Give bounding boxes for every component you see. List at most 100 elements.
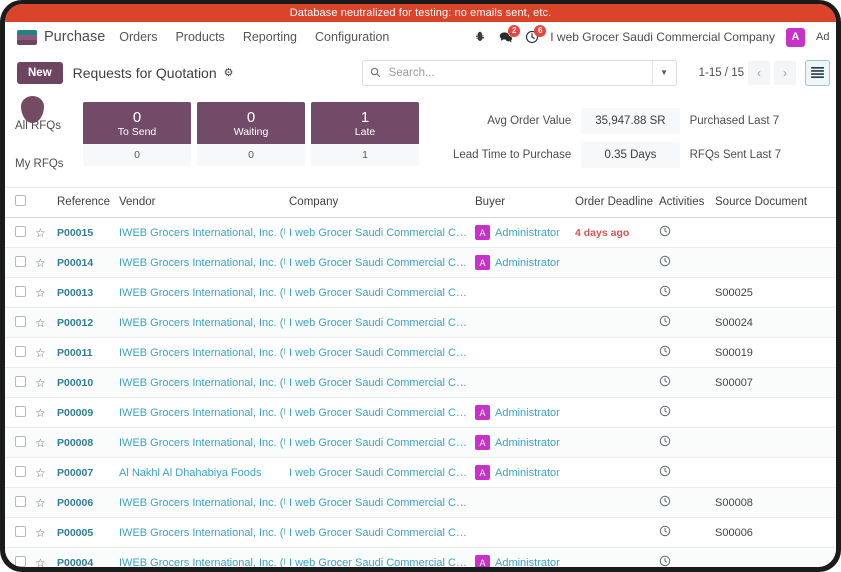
kpi-late-all[interactable]: 1 Late	[311, 102, 419, 144]
buyer-name[interactable]: Administrator	[495, 257, 560, 269]
cell-source-document[interactable]: S00019	[711, 337, 836, 368]
cell-vendor[interactable]: IWEB Grocers International, Inc. (USA)	[115, 367, 285, 398]
cell-vendor[interactable]: IWEB Grocers International, Inc. (USA)	[115, 547, 285, 567]
cell-source-document[interactable]: S00007	[711, 367, 836, 398]
cell-vendor[interactable]: IWEB Grocers International, Inc. (USA)	[115, 217, 285, 248]
cell-reference[interactable]: P00015	[53, 217, 115, 248]
reference-link[interactable]: P00010	[57, 377, 93, 389]
cell-company[interactable]: I web Grocer Saudi Commercial Comp...	[285, 217, 471, 248]
column-header-company[interactable]: Company	[285, 188, 471, 218]
user-avatar[interactable]: A	[786, 27, 805, 47]
messages-icon[interactable]: 2	[498, 24, 521, 45]
cell-reference[interactable]: P00004	[53, 547, 115, 568]
reference-link[interactable]: P00009	[57, 407, 93, 419]
cell-source-document[interactable]	[711, 217, 836, 248]
company-link[interactable]: I web Grocer Saudi Commercial Comp...	[289, 287, 467, 299]
company-selector[interactable]: I web Grocer Saudi Commercial Company	[550, 30, 775, 44]
activity-clock-icon[interactable]	[659, 405, 671, 420]
column-header-buyer[interactable]: Buyer	[471, 188, 571, 218]
star-icon[interactable]: ☆	[35, 256, 46, 270]
vendor-link[interactable]: IWEB Grocers International, Inc. (USA)	[119, 317, 285, 329]
cell-reference[interactable]: P00014	[53, 247, 115, 278]
kpi-waiting-all[interactable]: 0 Waiting	[197, 102, 305, 144]
row-checkbox[interactable]	[15, 555, 26, 567]
table-row[interactable]: ☆ P00008 IWEB Grocers International, Inc. …	[5, 427, 836, 458]
buyer-name[interactable]: Administrator	[495, 227, 560, 239]
row-checkbox[interactable]	[15, 225, 26, 237]
metric-value-avg-order-value[interactable]: 35,947.88 SR	[581, 108, 680, 134]
bug-icon[interactable]	[472, 30, 487, 45]
vendor-link[interactable]: IWEB Grocers International, Inc. (USA)	[119, 287, 285, 299]
company-link[interactable]: I web Grocer Saudi Commercial Comp...	[289, 377, 467, 389]
cell-buyer[interactable]: A Administrator	[471, 397, 571, 428]
cell-buyer[interactable]	[471, 307, 571, 338]
cell-vendor[interactable]: IWEB Grocers International, Inc. (USA)	[115, 277, 285, 308]
column-header-order-deadline[interactable]: Order Deadline	[571, 188, 655, 218]
vendor-link[interactable]: IWEB Grocers International, Inc. (USA)	[119, 257, 285, 269]
company-link[interactable]: I web Grocer Saudi Commercial Comp...	[289, 527, 467, 539]
cell-reference[interactable]: P00007	[53, 457, 115, 488]
activity-clock-icon[interactable]	[659, 525, 671, 540]
cell-vendor[interactable]: IWEB Grocers International, Inc. (USA)	[115, 337, 285, 368]
column-header-activities[interactable]: Activities	[655, 188, 711, 218]
reference-link[interactable]: P00012	[57, 317, 93, 329]
cell-buyer[interactable]	[471, 367, 571, 398]
cell-reference[interactable]: P00005	[53, 517, 115, 548]
user-menu-label[interactable]: Administrator	[816, 31, 830, 43]
row-checkbox[interactable]	[15, 285, 26, 297]
table-row[interactable]: ☆ P00014 IWEB Grocers International, Inc. …	[5, 247, 836, 278]
vendor-link[interactable]: IWEB Grocers International, Inc. (USA)	[119, 407, 285, 419]
star-icon[interactable]: ☆	[35, 526, 46, 540]
company-link[interactable]: I web Grocer Saudi Commercial Comp...	[289, 227, 467, 239]
activity-clock-icon[interactable]	[659, 555, 671, 567]
kpi-waiting-mine[interactable]: 0	[197, 144, 305, 166]
cell-source-document[interactable]: S00025	[711, 277, 836, 308]
vendor-link[interactable]: IWEB Grocers International, Inc. (USA)	[119, 377, 285, 389]
cell-source-document[interactable]	[711, 397, 836, 428]
buyer-name[interactable]: Administrator	[495, 437, 560, 449]
cell-reference[interactable]: P00006	[53, 487, 115, 518]
cell-buyer[interactable]: A Administrator	[471, 247, 571, 278]
row-checkbox[interactable]	[15, 345, 26, 357]
cell-vendor[interactable]: IWEB Grocers International, Inc. (USA)	[115, 517, 285, 548]
list-view-button[interactable]	[805, 59, 830, 86]
star-icon[interactable]: ☆	[35, 346, 46, 360]
cell-vendor[interactable]: IWEB Grocers International, Inc. (USA)	[115, 487, 285, 518]
company-link[interactable]: I web Grocer Saudi Commercial Comp...	[289, 407, 467, 419]
cell-company[interactable]: I web Grocer Saudi Commercial Comp...	[285, 307, 471, 338]
row-checkbox[interactable]	[15, 495, 26, 507]
sidebar-item-all-rfqs[interactable]: All RFQs	[15, 120, 83, 132]
cell-buyer[interactable]	[471, 487, 571, 518]
row-checkbox[interactable]	[15, 465, 26, 477]
search-input[interactable]	[388, 66, 652, 79]
cell-reference[interactable]: P00010	[53, 367, 115, 398]
table-row[interactable]: ☆ P00007 Al Nakhl Al Dhahabiya Foods I web …	[5, 457, 836, 488]
new-record-button[interactable]: New	[17, 61, 63, 84]
vendor-link[interactable]: IWEB Grocers International, Inc. (USA)	[119, 227, 285, 239]
table-row[interactable]: ☆ P00013 IWEB Grocers International, Inc. …	[5, 277, 836, 308]
reference-link[interactable]: P00013	[57, 287, 93, 299]
cell-vendor[interactable]: IWEB Grocers International, Inc. (USA)	[115, 247, 285, 278]
search-dropdown-toggle[interactable]: ▼	[651, 60, 676, 85]
activity-clock-icon[interactable]	[659, 465, 671, 480]
cell-vendor[interactable]: IWEB Grocers International, Inc. (USA)	[115, 427, 285, 458]
table-row[interactable]: ☆ P00006 IWEB Grocers International, Inc. …	[5, 487, 836, 518]
cell-source-document[interactable]: S00008	[711, 487, 836, 518]
cell-buyer[interactable]	[471, 337, 571, 368]
reference-link[interactable]: P00008	[57, 437, 93, 449]
cell-company[interactable]: I web Grocer Saudi Commercial Comp...	[285, 547, 471, 567]
company-link[interactable]: I web Grocer Saudi Commercial Comp...	[289, 257, 467, 269]
company-link[interactable]: I web Grocer Saudi Commercial Comp...	[289, 497, 467, 509]
table-row[interactable]: ☆ P00005 IWEB Grocers International, Inc. …	[5, 517, 836, 548]
star-icon[interactable]: ☆	[35, 406, 46, 420]
company-link[interactable]: I web Grocer Saudi Commercial Comp...	[289, 437, 467, 449]
cell-buyer[interactable]: A Administrator	[471, 547, 571, 567]
cell-company[interactable]: I web Grocer Saudi Commercial Comp...	[285, 517, 471, 548]
gear-icon[interactable]: ⚙	[224, 66, 234, 79]
reference-link[interactable]: P00004	[57, 557, 93, 568]
pager-previous-button[interactable]: ‹	[748, 60, 770, 85]
row-checkbox[interactable]	[15, 435, 26, 447]
activity-clock-icon[interactable]	[659, 375, 671, 390]
vendor-link[interactable]: IWEB Grocers International, Inc. (USA)	[119, 497, 285, 509]
cell-vendor[interactable]: IWEB Grocers International, Inc. (USA)	[115, 397, 285, 428]
